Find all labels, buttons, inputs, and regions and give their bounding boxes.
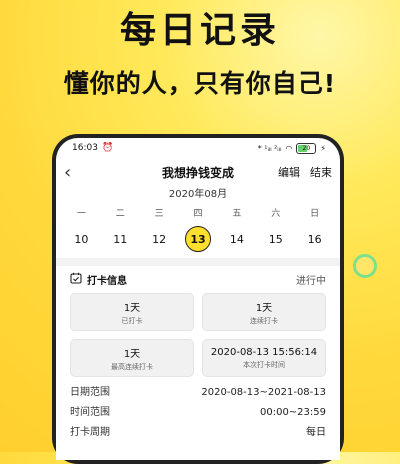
weekday-label: 二 bbox=[115, 209, 125, 219]
stat-card-streak: 1天 连续打卡 bbox=[202, 293, 326, 331]
detail-label: 打卡周期 bbox=[70, 427, 110, 438]
decorative-ring-icon bbox=[353, 254, 377, 278]
stat-label: 最高连续打卡 bbox=[111, 362, 153, 371]
stat-label: 连续打卡 bbox=[250, 316, 278, 325]
stat-card-best-streak: 1天 最高连续打卡 bbox=[70, 339, 194, 377]
checkin-details: 日期范围 2020-08-13~2021-08-13 时间范围 00:00~23… bbox=[56, 377, 340, 443]
calendar-month: 2020年08月 bbox=[168, 189, 228, 200]
phone-frame: 16:03 ⏰ * ¹ᵢₗₗ ²ᵢₗₗ ◠ 20 ⚡ ‹ 我想挣钱变成 编辑 结… bbox=[52, 134, 344, 464]
calendar-date[interactable]: 16 bbox=[295, 224, 334, 254]
calendar-date[interactable]: 12 bbox=[140, 224, 179, 254]
checkin-header: 打卡信息 进行中 bbox=[56, 266, 340, 293]
weekday-label: 一 bbox=[76, 209, 86, 219]
date-number: 12 bbox=[152, 232, 167, 246]
stat-label: 本次打卡时间 bbox=[243, 360, 285, 369]
back-arrow-icon[interactable]: ‹ bbox=[64, 162, 84, 183]
finish-button[interactable]: 结束 bbox=[310, 164, 332, 180]
date-row: 10 11 12 13 14 15 16 bbox=[56, 224, 340, 254]
status-bar: 16:03 ⏰ * ¹ᵢₗₗ ²ᵢₗₗ ◠ 20 ⚡ bbox=[56, 138, 340, 158]
detail-row: 时间范围 00:00~23:59 bbox=[70, 403, 326, 423]
stat-label: 已打卡 bbox=[121, 316, 143, 325]
battery-icon: 20 bbox=[296, 142, 317, 154]
weekday-label: 四 bbox=[193, 209, 203, 219]
status-time: 16:03 bbox=[72, 143, 98, 153]
stat-value: 1天 bbox=[123, 348, 141, 360]
detail-value: 每日 bbox=[306, 427, 326, 438]
wifi-icon: ◠ bbox=[285, 143, 293, 153]
app-screen: 16:03 ⏰ * ¹ᵢₗₗ ²ᵢₗₗ ◠ 20 ⚡ ‹ 我想挣钱变成 编辑 结… bbox=[56, 138, 340, 460]
date-number: 10 bbox=[74, 232, 89, 246]
detail-row: 打卡周期 每日 bbox=[70, 423, 326, 443]
promo-headline: 每日记录 bbox=[119, 10, 280, 51]
date-number: 14 bbox=[229, 232, 244, 246]
promo-headline-block: 每日记录 懂你的人，只有你自己! bbox=[0, 8, 400, 100]
stat-value: 2020-08-13 15:56:14 bbox=[210, 346, 318, 358]
stat-card-checked: 1天 已打卡 bbox=[70, 293, 194, 331]
date-number: 15 bbox=[268, 232, 283, 246]
calendar-date[interactable]: 10 bbox=[62, 224, 101, 254]
checkin-title: 打卡信息 bbox=[87, 276, 127, 287]
detail-row: 日期范围 2020-08-13~2021-08-13 bbox=[70, 383, 326, 403]
weekday-label: 六 bbox=[271, 209, 281, 219]
date-number: 16 bbox=[307, 232, 322, 246]
detail-label: 时间范围 bbox=[70, 407, 110, 418]
stat-value: 1天 bbox=[255, 302, 273, 314]
calendar-date[interactable]: 15 bbox=[256, 224, 295, 254]
date-number: 13 bbox=[185, 226, 211, 252]
weekday-label: 三 bbox=[154, 209, 164, 219]
alarm-icon: ⏰ bbox=[101, 143, 114, 153]
battery-level: 20 bbox=[302, 144, 311, 152]
calendar-date[interactable]: 14 bbox=[217, 224, 256, 254]
checkin-status: 进行中 bbox=[296, 276, 326, 287]
nav-bar: ‹ 我想挣钱变成 编辑 结束 bbox=[56, 158, 340, 186]
calendar-date[interactable]: 11 bbox=[101, 224, 140, 254]
section-divider bbox=[56, 258, 340, 266]
calendar-date-selected[interactable]: 13 bbox=[179, 224, 218, 254]
weekday-label: 日 bbox=[310, 209, 320, 219]
calendar-check-icon bbox=[70, 272, 82, 287]
detail-value: 00:00~23:59 bbox=[259, 407, 326, 418]
date-number: 11 bbox=[113, 232, 128, 246]
weekday-header: 一 二 三 四 五 六 日 bbox=[56, 204, 340, 224]
charging-icon: ⚡ bbox=[320, 143, 326, 153]
detail-value: 2020-08-13~2021-08-13 bbox=[201, 387, 326, 398]
signal-icons: * ¹ᵢₗₗ ²ᵢₗₗ bbox=[257, 143, 282, 153]
stat-card-last-time: 2020-08-13 15:56:14 本次打卡时间 bbox=[202, 339, 326, 377]
promo-subheadline: 懂你的人，只有你自己! bbox=[63, 69, 337, 98]
edit-button[interactable]: 编辑 bbox=[278, 164, 300, 180]
checkin-cards: 1天 已打卡 1天 连续打卡 1天 最高连续打卡 2020-08-13 15:5… bbox=[56, 293, 340, 377]
detail-label: 日期范围 bbox=[70, 387, 110, 398]
weekday-label: 五 bbox=[232, 209, 242, 219]
stat-value: 1天 bbox=[123, 302, 141, 314]
